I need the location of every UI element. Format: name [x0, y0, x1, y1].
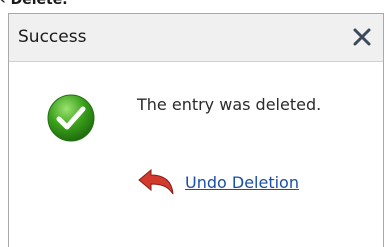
dialog-title: Success	[18, 27, 87, 47]
check-circle-icon	[47, 94, 95, 142]
undo-deletion-label: Undo Deletion	[185, 172, 299, 192]
success-dialog: Success The entry was deleted. Undo Dele…	[8, 13, 384, 247]
close-button[interactable]	[347, 22, 377, 52]
page: ‹ Delete. Success The entry was deleted.…	[0, 0, 386, 247]
dialog-title-bar: Success	[9, 14, 383, 62]
undo-deletion-link[interactable]: Undo Deletion	[137, 166, 299, 198]
status-message: The entry was deleted.	[137, 95, 322, 114]
close-icon	[353, 28, 371, 46]
background-delete-label: ‹ Delete.	[0, 0, 68, 8]
undo-arrow-icon	[138, 168, 174, 195]
